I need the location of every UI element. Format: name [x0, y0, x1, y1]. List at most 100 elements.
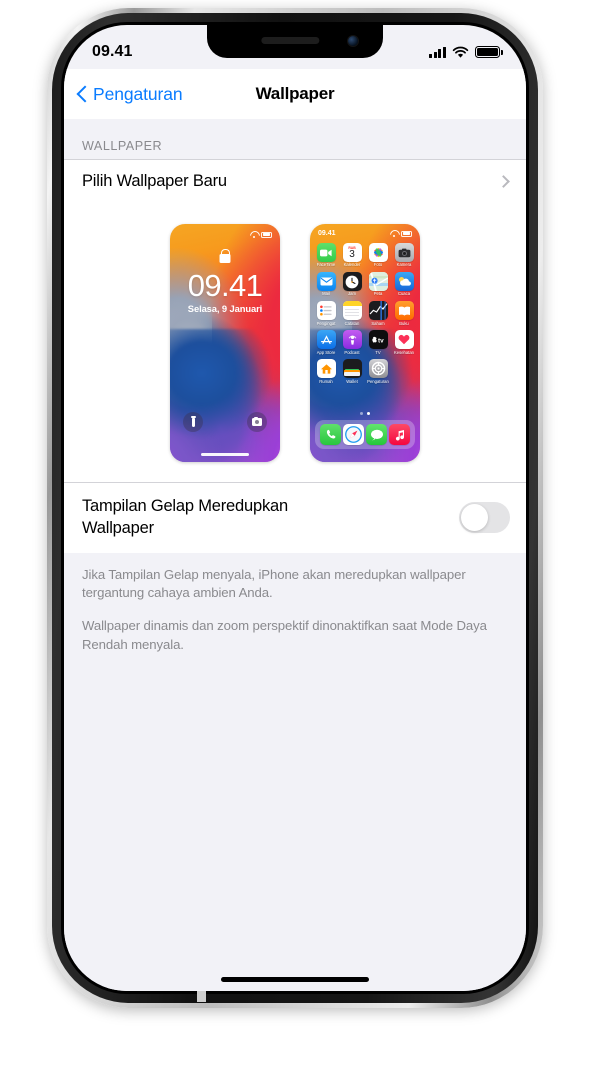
app-kesehatan[interactable]: Kesehatan	[392, 330, 416, 355]
wifi-icon	[250, 231, 258, 238]
footer-text: Jika Tampilan Gelap menyala, iPhone akan…	[64, 553, 526, 655]
dock	[315, 420, 415, 449]
app-wallet[interactable]: Wallet	[340, 359, 364, 384]
dark-appearance-toggle[interactable]	[459, 502, 510, 534]
podcasts-icon	[342, 330, 362, 350]
camera-app-icon	[394, 243, 414, 262]
app-jam[interactable]: Jam	[340, 272, 364, 297]
app-label: Pengingat	[316, 320, 336, 326]
earpiece-speaker-icon	[261, 37, 320, 44]
row-label: Pilih Wallpaper Baru	[82, 172, 227, 190]
messages-icon[interactable]	[366, 424, 387, 445]
notes-icon	[342, 301, 362, 321]
phone-icon[interactable]	[320, 424, 341, 445]
lock-screen-date: Selasa, 9 Januari	[187, 303, 263, 314]
section-header-wallpaper: WALLPAPER	[82, 139, 163, 153]
home-indicator[interactable]	[221, 977, 369, 982]
wallpaper-blue-shape	[170, 328, 280, 462]
app-grid: FaceTime RAB 3 Kalender Foto Kamera Mail…	[314, 243, 416, 384]
flashlight-icon[interactable]	[183, 412, 203, 432]
app-saham[interactable]: Saham	[366, 301, 390, 326]
wallpaper-previews: 09.41 Selasa, 9 Januari 09.41 FaceTime R…	[64, 203, 526, 482]
lock-icon	[219, 254, 231, 263]
music-icon[interactable]	[389, 424, 410, 445]
camera-icon[interactable]	[247, 412, 267, 432]
app-label: Catatan	[344, 320, 360, 326]
chevron-right-icon	[497, 175, 510, 188]
mail-icon	[316, 272, 336, 292]
wallet-icon	[342, 359, 362, 379]
app-buku[interactable]: Buku	[392, 301, 416, 326]
app-label: Cuaca	[397, 291, 411, 297]
row-dark-appearance-dims-wallpaper[interactable]: Tampilan Gelap Meredupkan Wallpaper	[64, 482, 526, 553]
back-button[interactable]: Pengaturan	[64, 84, 183, 105]
battery-icon	[261, 231, 272, 238]
lock-screen-time: 09.41	[187, 268, 263, 303]
appstore-icon	[316, 330, 336, 350]
front-camera-icon	[348, 36, 358, 46]
app-label: App Store	[316, 349, 336, 355]
lock-screen-preview[interactable]: 09.41 Selasa, 9 Januari	[170, 224, 280, 462]
app-cuaca[interactable]: Cuaca	[392, 272, 416, 297]
health-icon	[394, 330, 414, 350]
app-podcast[interactable]: Podcast	[340, 330, 364, 355]
app-label: FaceTime	[316, 262, 336, 268]
status-bar-indicators	[429, 46, 503, 59]
home-screen-time: 09.41	[318, 230, 336, 237]
app-foto[interactable]: Foto	[366, 243, 390, 268]
app-label: Saham	[371, 320, 385, 326]
app-facetime[interactable]: FaceTime	[314, 243, 338, 268]
photos-icon	[368, 243, 388, 262]
app-kamera[interactable]: Kamera	[392, 243, 416, 268]
safari-icon[interactable]	[343, 424, 364, 445]
wifi-icon	[452, 46, 469, 58]
home-icon	[316, 359, 336, 379]
back-button-label: Pengaturan	[93, 83, 183, 104]
app-label: Pengaturan	[367, 378, 389, 384]
app-peta[interactable]: Peta	[366, 272, 390, 297]
footer-paragraph-2: Wallpaper dinamis dan zoom perspektif di…	[82, 618, 487, 652]
app-mail[interactable]: Mail	[314, 272, 338, 297]
iphone-device-frame: 09.41 Pengaturan Wallpaper WALLPAPER Pil…	[47, 8, 543, 1008]
app-label: Podcast	[344, 349, 360, 355]
wifi-icon	[390, 230, 398, 237]
frame-antenna-line-bottom	[197, 990, 206, 1002]
app-rumah[interactable]: Rumah	[314, 359, 338, 384]
page-dots[interactable]	[310, 412, 420, 415]
reminders-icon	[316, 301, 336, 321]
signal-bars-icon	[429, 46, 446, 58]
notch	[207, 25, 383, 58]
app-label: Kesehatan	[393, 349, 415, 355]
weather-icon	[394, 272, 414, 292]
tv-icon: tv	[368, 330, 388, 350]
maps-icon	[368, 272, 388, 292]
settings-content: WALLPAPER Pilih Wallpaper Baru 09.41 Sel…	[64, 119, 526, 991]
app-appstore[interactable]: App Store	[314, 330, 338, 355]
app-catatan[interactable]: Catatan	[340, 301, 364, 326]
stocks-icon	[368, 301, 388, 321]
row-choose-new-wallpaper[interactable]: Pilih Wallpaper Baru	[64, 159, 526, 203]
calendar-icon: RAB 3	[342, 243, 362, 262]
battery-icon	[401, 230, 412, 237]
app-pengingat[interactable]: Pengingat	[314, 301, 338, 326]
battery-icon	[475, 46, 503, 58]
app-label: Kamera	[396, 262, 412, 268]
app-label: TV	[375, 349, 381, 355]
status-bar-time: 09.41	[92, 43, 133, 60]
phone-screen: 09.41 Pengaturan Wallpaper WALLPAPER Pil…	[64, 25, 526, 991]
lock-preview-status-bar	[250, 231, 272, 238]
app-label: Kalender	[343, 262, 361, 268]
home-indicator	[201, 453, 249, 456]
app-label: Peta	[373, 291, 383, 297]
page-title: Wallpaper	[255, 84, 335, 103]
app-kalender[interactable]: RAB 3 Kalender	[340, 243, 364, 268]
app-pengaturan[interactable]: Pengaturan	[366, 359, 390, 384]
home-screen-preview[interactable]: 09.41 FaceTime RAB 3 Kalender Foto Kamer…	[310, 224, 420, 462]
settings-icon	[368, 359, 388, 379]
app-tv[interactable]: tv TV	[366, 330, 390, 355]
app-label: Rumah	[319, 378, 333, 384]
screenshot-stage: 09.41 Pengaturan Wallpaper WALLPAPER Pil…	[0, 0, 590, 1070]
facetime-icon	[316, 243, 336, 262]
app-label: Buku	[399, 320, 409, 326]
wallpaper-group: Pilih Wallpaper Baru 09.41 Selasa, 9 Jan…	[64, 159, 526, 553]
